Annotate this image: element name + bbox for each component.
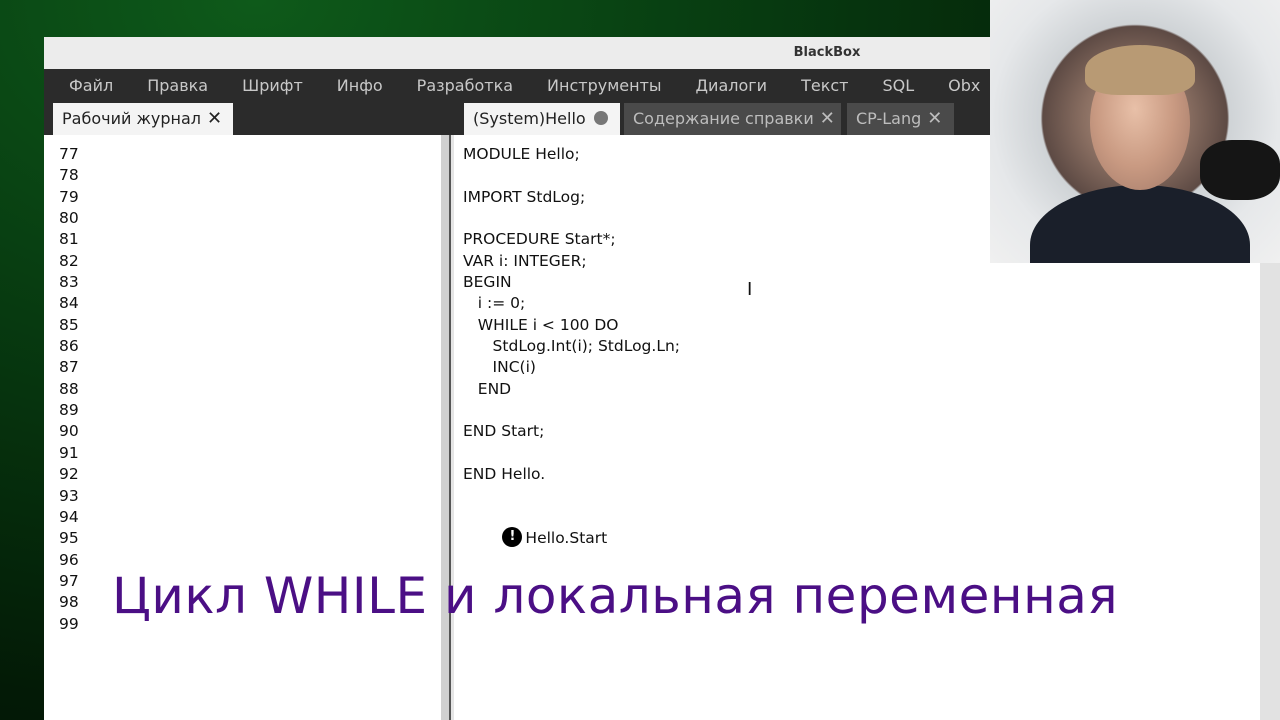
log-line: 89 xyxy=(59,401,79,420)
tab-cplang[interactable]: CP-Lang ✕ xyxy=(847,103,954,135)
code-line: WHILE i < 100 DO xyxy=(463,315,619,334)
text-cursor-icon: I xyxy=(747,279,753,300)
close-icon[interactable]: ✕ xyxy=(207,108,222,129)
log-line: 86 xyxy=(59,337,79,356)
code-line: BEGIN xyxy=(463,273,512,292)
code-line: PROCEDURE Start*; xyxy=(463,230,616,249)
microphone xyxy=(1200,140,1280,200)
menu-tools[interactable]: Инструменты xyxy=(530,76,679,95)
person-hair xyxy=(1085,45,1195,95)
log-line: 95 xyxy=(59,529,79,548)
code-line: MODULE Hello; xyxy=(463,145,580,163)
menu-obx[interactable]: Obx xyxy=(931,76,997,95)
log-line: 85 xyxy=(59,315,79,334)
log-line: 92 xyxy=(59,465,79,484)
code-line: INC(i) xyxy=(463,358,536,377)
log-line: 99 xyxy=(59,614,79,633)
log-line: 82 xyxy=(59,251,79,270)
tab-help[interactable]: Содержание справки ✕ xyxy=(624,103,841,135)
commander-icon[interactable]: ! xyxy=(502,527,523,548)
log-line: 77 xyxy=(59,145,79,163)
command-line: ! Hello.Start xyxy=(463,507,680,548)
webcam-overlay xyxy=(990,0,1280,263)
code-view[interactable]: MODULE Hello; IMPORT StdLog; PROCEDURE S… xyxy=(463,144,680,548)
log-line: 97 xyxy=(59,571,79,590)
modified-dot-icon[interactable] xyxy=(593,111,608,125)
tab-cplang-label: CP-Lang xyxy=(856,109,922,128)
code-line: END xyxy=(463,379,512,398)
tab-hello-label: (System)Hello xyxy=(473,109,586,128)
menu-edit[interactable]: Правка xyxy=(130,76,225,95)
log-line: 93 xyxy=(59,486,79,505)
pane-splitter[interactable] xyxy=(441,135,454,720)
menu-info[interactable]: Инфо xyxy=(320,76,400,95)
log-line: 84 xyxy=(59,294,79,313)
log-pane[interactable]: 77 78 79 80 81 82 83 84 85 86 87 88 89 9… xyxy=(44,135,441,720)
log-line: 98 xyxy=(59,593,79,612)
close-icon[interactable]: ✕ xyxy=(820,108,835,129)
log-line: 96 xyxy=(59,550,79,569)
log-line: 79 xyxy=(59,187,79,206)
log-line: 81 xyxy=(59,230,79,249)
code-line: END Hello. xyxy=(463,465,546,484)
log-lines: 77 78 79 80 81 82 83 84 85 86 87 88 89 9… xyxy=(59,144,79,635)
log-line: 83 xyxy=(59,273,79,292)
log-line: 91 xyxy=(59,443,79,462)
menu-font[interactable]: Шрифт xyxy=(225,76,320,95)
menu-text[interactable]: Текст xyxy=(784,76,865,95)
code-line: StdLog.Int(i); StdLog.Ln; xyxy=(463,337,680,356)
log-line: 94 xyxy=(59,507,79,526)
command-text[interactable]: Hello.Start xyxy=(525,529,607,547)
menu-sql[interactable]: SQL xyxy=(865,76,931,95)
tab-log-label: Рабочий журнал xyxy=(62,109,201,128)
tab-log[interactable]: Рабочий журнал ✕ xyxy=(53,103,233,135)
code-line: IMPORT StdLog; xyxy=(463,187,586,206)
tab-hello[interactable]: (System)Hello xyxy=(464,103,620,135)
video-caption: Цикл WHILE и локальная переменная xyxy=(112,567,1119,625)
code-line: VAR i: INTEGER; xyxy=(463,251,587,270)
log-line: 78 xyxy=(59,166,79,185)
log-line: 87 xyxy=(59,358,79,377)
tab-help-label: Содержание справки xyxy=(633,109,814,128)
log-line: 88 xyxy=(59,379,79,398)
log-line: 80 xyxy=(59,209,79,228)
code-line: i := 0; xyxy=(463,294,526,313)
menu-dev[interactable]: Разработка xyxy=(400,76,530,95)
menu-file[interactable]: Файл xyxy=(44,76,130,95)
code-line: END Start; xyxy=(463,422,545,441)
log-line: 90 xyxy=(59,422,79,441)
menu-dialogs[interactable]: Диалоги xyxy=(679,76,785,95)
close-icon[interactable]: ✕ xyxy=(927,108,942,129)
